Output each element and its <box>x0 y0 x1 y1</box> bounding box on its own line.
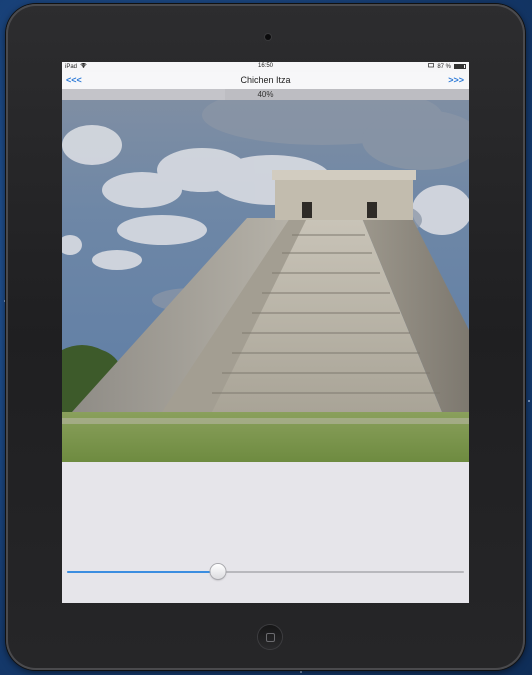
progress-bar: 40% <box>62 89 469 100</box>
star <box>528 400 530 402</box>
app-screen: iPad 16:50 87 % <<< Chichen Itza >>> 40% <box>62 62 469 603</box>
slider-track[interactable] <box>67 571 464 573</box>
page-title: Chichen Itza <box>240 75 291 85</box>
status-time: 16:50 <box>257 63 273 69</box>
camera-icon <box>265 34 271 40</box>
navigation-bar: <<< Chichen Itza >>> <box>62 72 469 89</box>
slider-fill <box>67 571 218 573</box>
home-button[interactable] <box>258 625 282 649</box>
status-right: 87 % <box>428 63 466 70</box>
progress-label: 40% <box>257 90 274 99</box>
screen-lock-icon <box>428 63 435 70</box>
slider-thumb[interactable] <box>210 564 226 579</box>
battery-fill <box>455 65 464 68</box>
battery-percent: 87 % <box>437 63 451 70</box>
star <box>300 671 302 673</box>
pyramid-photo <box>62 100 469 462</box>
status-bar: iPad 16:50 87 % <box>62 62 469 72</box>
battery-icon <box>454 64 466 69</box>
progress-slider[interactable] <box>67 562 464 582</box>
next-button[interactable]: >>> <box>448 75 464 85</box>
